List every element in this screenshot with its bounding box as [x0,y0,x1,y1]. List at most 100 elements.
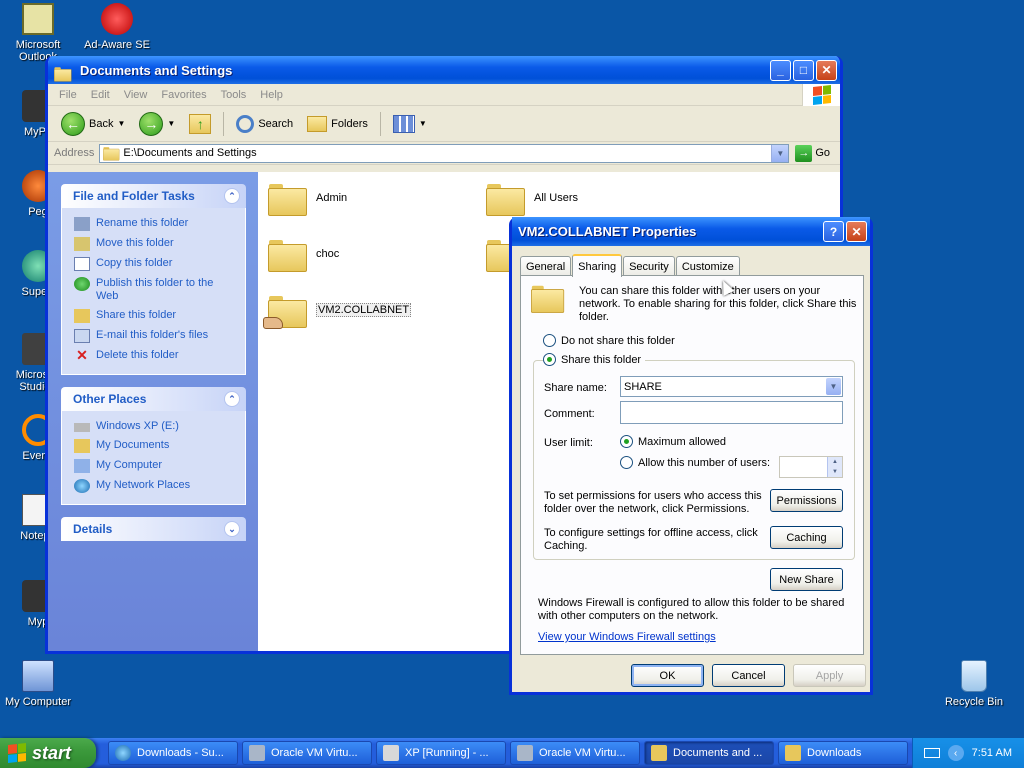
menu-view[interactable]: View [117,89,155,101]
panel-header[interactable]: Other Places ⌃ [61,387,246,411]
panel-body: Windows XP (E:) My Documents My Computer… [61,411,246,505]
task-publish[interactable]: Publish this folder to the Web [74,274,237,306]
place-my-computer[interactable]: My Computer [74,456,237,476]
folders-button[interactable]: Folders [302,109,373,139]
taskbar-item[interactable]: Downloads - Su... [108,741,238,765]
address-input[interactable]: E:\Documents and Settings ▼ [99,143,790,163]
maximize-button[interactable]: □ [793,59,814,81]
menu-favorites[interactable]: Favorites [154,89,213,101]
radio-button[interactable] [543,353,556,366]
explorer-titlebar[interactable]: Documents and Settings _ □ ✕ [48,56,840,84]
place-my-documents[interactable]: My Documents [74,436,237,456]
taskbar-item-label: Documents and ... [673,747,763,759]
task-pane: File and Folder Tasks ⌃ Rename this fold… [48,172,258,651]
radio-button[interactable] [620,435,633,448]
share-name-value: SHARE [624,380,662,393]
tab-sharing[interactable]: Sharing [572,254,623,277]
dialog-titlebar[interactable]: VM2.COLLABNET Properties ? ✕ [512,217,870,246]
task-copy[interactable]: Copy this folder [74,254,237,274]
tab-security[interactable]: Security [623,256,675,276]
maximum-allowed-radio[interactable]: Maximum allowed [620,435,726,448]
menu-help[interactable]: Help [253,89,290,101]
taskbar-item[interactable]: Oracle VM Virtu... [242,741,372,765]
close-button[interactable]: ✕ [816,59,837,81]
views-button[interactable]: ▼ [388,109,432,139]
help-button[interactable]: ? [823,221,844,242]
folder-item[interactable]: Admin [268,182,347,216]
new-share-button[interactable]: New Share [770,568,843,591]
chevron-down-icon[interactable]: ▼ [771,144,789,162]
taskbar-item[interactable]: XP [Running] - ... [376,741,506,765]
search-label: Search [258,117,294,130]
share-name-combo[interactable]: SHARE ▼ [620,376,843,397]
search-button[interactable]: Search [231,109,298,139]
tray-chevron-icon[interactable]: ‹ [947,745,964,761]
properties-dialog[interactable]: VM2.COLLABNET Properties ? ✕ General Sha… [509,217,873,695]
chevron-down-icon[interactable]: ▼ [167,119,175,128]
folder-item[interactable]: All Users [486,182,578,216]
menu-edit[interactable]: Edit [84,89,117,101]
tab-customize[interactable]: Customize [675,256,740,276]
task-delete[interactable]: ✕ Delete this folder [74,346,237,366]
desktop-icon-ad-aware[interactable]: Ad-Aware SE [79,3,155,51]
go-button[interactable]: → Go [789,144,840,162]
allow-number-radio[interactable]: Allow this number of users: [620,456,770,469]
cancel-button[interactable]: Cancel [712,664,785,687]
back-arrow-icon: ← [61,111,85,136]
collapse-icon[interactable]: ⌃ [224,391,240,407]
menu-tools[interactable]: Tools [214,89,254,101]
dialog-close-button[interactable]: ✕ [846,221,867,242]
chevron-down-icon[interactable]: ▼ [826,378,841,395]
desktop-icon-recycle-bin[interactable]: Recycle Bin [936,660,1012,708]
minimize-button[interactable]: _ [770,59,791,81]
task-share[interactable]: Share this folder [74,306,237,326]
radio-label: Share this folder [561,353,642,366]
radio-button[interactable] [543,334,556,347]
task-email[interactable]: E-mail this folder's files [74,326,237,346]
expand-icon[interactable]: ⌄ [224,521,240,537]
task-rename[interactable]: Rename this folder [74,214,237,234]
panel-header[interactable]: File and Folder Tasks ⌃ [61,184,246,208]
caching-button[interactable]: Caching [770,526,843,549]
taskbar-item[interactable]: Oracle VM Virtu... [510,741,640,765]
virtualbox-icon [249,745,265,761]
dialog-title: VM2.COLLABNET Properties [518,224,697,239]
desktop-icon-outlook[interactable]: Microsoft Outlook [0,3,76,63]
panel-header[interactable]: Details ⌄ [61,517,246,541]
chevron-down-icon[interactable]: ▼ [117,119,125,128]
comment-input[interactable] [620,401,843,424]
share-this-radio[interactable]: Share this folder [543,353,646,366]
panel-title: Details [73,522,113,536]
menu-file[interactable]: File [52,89,84,101]
up-button[interactable]: ↑ [184,109,216,139]
place-my-network[interactable]: My Network Places [74,476,237,496]
forward-button[interactable]: → ▼ [134,109,180,139]
tab-general[interactable]: General [520,256,572,276]
taskbar-item[interactable]: Documents and ... [644,741,774,765]
firewall-settings-link[interactable]: View your Windows Firewall settings [538,631,716,644]
desktop-icon-my-computer[interactable]: My Computer [0,660,76,708]
folders-label: Folders [331,117,368,130]
windows-logo-icon [8,743,26,763]
task-move[interactable]: Move this folder [74,234,237,254]
taskbar-item[interactable]: Downloads [778,741,908,765]
shared-folder-item[interactable]: VM2.COLLABNET [263,294,412,329]
browser-icon [115,745,131,761]
do-not-share-radio[interactable]: Do not share this folder [543,334,675,347]
apply-button[interactable]: Apply [793,664,866,687]
radio-button[interactable] [620,456,633,469]
place-windows-xp[interactable]: Windows XP (E:) [74,417,237,436]
taskbar-item-label: XP [Running] - ... [405,747,489,759]
user-count-spinner[interactable]: ▲ ▼ [779,456,843,478]
folder-item[interactable]: choc [268,238,339,272]
back-button[interactable]: ← Back ▼ [56,109,130,139]
delete-icon: ✕ [76,347,88,363]
permissions-button[interactable]: Permissions [770,489,843,512]
collapse-icon[interactable]: ⌃ [224,188,240,204]
ok-button[interactable]: OK [631,664,704,687]
folder-icon [486,182,525,216]
start-button[interactable]: start [0,738,96,768]
spinner-arrows-icon[interactable]: ▲ ▼ [827,457,842,477]
clock[interactable]: 7:51 AM [972,747,1012,759]
keyboard-icon[interactable] [923,748,940,758]
